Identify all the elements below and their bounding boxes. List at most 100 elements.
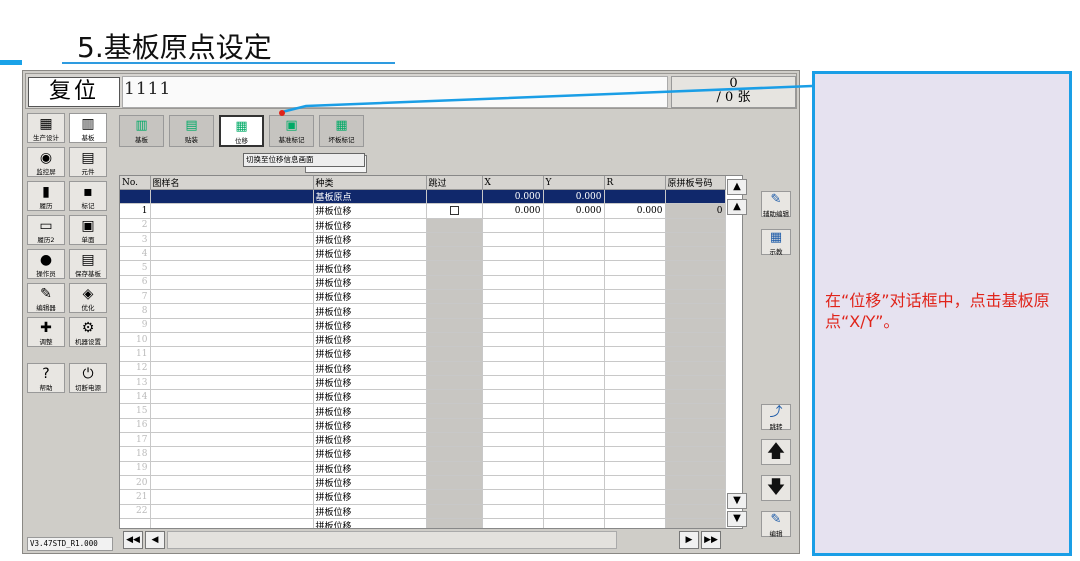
cell-name[interactable] — [150, 403, 314, 419]
cell-skip[interactable] — [426, 346, 483, 362]
cell-x[interactable] — [482, 403, 544, 419]
sidebar-item-3[interactable]: ◉ 监控屏 — [27, 147, 65, 177]
scroll-bottom-button[interactable]: ▼ — [727, 511, 747, 527]
cell-r[interactable] — [604, 232, 666, 248]
cell-name[interactable] — [150, 475, 314, 491]
cell-x[interactable] — [482, 289, 544, 305]
edit-button[interactable]: ✎ 编辑 — [761, 511, 791, 538]
table-row[interactable]: 1 拼板位移 0.000 0.000 0.000 0 — [120, 203, 726, 219]
jump-button[interactable]: ⤴ 跳转 — [761, 404, 791, 431]
table-row[interactable]: 10 拼板位移 — [120, 332, 726, 348]
tab-3[interactable]: ▦ 位移 — [219, 115, 264, 147]
sidebar-item-13[interactable]: ✚ 调整 — [27, 317, 65, 347]
cell-y[interactable] — [543, 275, 605, 291]
tab-5[interactable]: ▦ 坏板标记 — [319, 115, 364, 147]
cell-y[interactable] — [543, 489, 605, 505]
cell-y[interactable] — [543, 289, 605, 305]
page-up-button[interactable]: 🡅 — [761, 439, 791, 465]
cell-x[interactable] — [482, 260, 544, 276]
cell-x[interactable] — [482, 446, 544, 462]
cell-x[interactable] — [482, 418, 544, 434]
table-row[interactable]: 15 拼板位移 — [120, 403, 726, 419]
cell-x[interactable] — [482, 461, 544, 476]
sidebar-item-7[interactable]: ▭ 履历2 — [27, 215, 65, 245]
tab-1[interactable]: ▥ 基板 — [119, 115, 164, 147]
cell-skip[interactable] — [426, 332, 483, 348]
cell-x[interactable] — [482, 518, 544, 528]
table-row[interactable]: 拼板位移 — [120, 518, 726, 528]
sidebar-item-14[interactable]: ⚙ 机器设置 — [69, 317, 107, 347]
cell-skip[interactable] — [426, 389, 483, 405]
display-button[interactable]: ▦ 示教 — [761, 229, 791, 256]
cell-skip[interactable] — [426, 189, 483, 205]
sidebar-item-1[interactable]: ▦ 生产设计 — [27, 113, 65, 143]
cell-name[interactable] — [150, 489, 314, 505]
cell-y[interactable] — [543, 504, 605, 519]
tab-4[interactable]: ▣ 基准标记 — [269, 115, 314, 147]
scroll-down-button[interactable]: ▼ — [727, 493, 747, 509]
scroll-up-button[interactable]: ▲ — [727, 199, 747, 215]
cell-x[interactable] — [482, 318, 544, 333]
cell-name[interactable] — [150, 332, 314, 348]
cell-x[interactable]: 0.000 — [482, 203, 544, 219]
cell-name[interactable] — [150, 189, 314, 205]
cell-y[interactable] — [543, 361, 605, 376]
cell-r[interactable] — [604, 275, 666, 291]
cell-y[interactable] — [543, 260, 605, 276]
table-row[interactable]: 6 拼板位移 — [120, 275, 726, 291]
scroll-top-button[interactable]: ▲ — [727, 179, 747, 195]
cell-skip[interactable] — [426, 475, 483, 491]
cell-x[interactable] — [482, 375, 544, 391]
cell-name[interactable] — [150, 346, 314, 362]
cell-r[interactable] — [604, 504, 666, 519]
table-row[interactable]: 9 拼板位移 — [120, 318, 726, 333]
cell-y[interactable] — [543, 403, 605, 419]
table-row[interactable]: 17 拼板位移 — [120, 432, 726, 448]
cell-y[interactable] — [543, 375, 605, 391]
cell-skip[interactable] — [426, 232, 483, 248]
table-row[interactable]: 5 拼板位移 — [120, 260, 726, 276]
cell-skip[interactable] — [426, 403, 483, 419]
table-row[interactable]: 8 拼板位移 — [120, 303, 726, 319]
cell-skip[interactable] — [426, 375, 483, 391]
cell-skip[interactable] — [426, 432, 483, 448]
cell-name[interactable] — [150, 303, 314, 319]
sidebar-item-2[interactable]: ▥ 基板 — [69, 113, 107, 143]
cell-r[interactable] — [604, 461, 666, 476]
cell-name[interactable] — [150, 432, 314, 448]
cell-y[interactable] — [543, 218, 605, 233]
cell-y[interactable] — [543, 332, 605, 348]
sidebar-item-5[interactable]: ▮ 履历 — [27, 181, 65, 211]
sidebar-item-11[interactable]: ✎ 编辑器 — [27, 283, 65, 313]
cell-skip[interactable] — [426, 361, 483, 376]
assist-edit-button[interactable]: ✎ 辅助编辑 — [761, 191, 791, 218]
cell-x[interactable] — [482, 303, 544, 319]
cell-x[interactable] — [482, 332, 544, 348]
cell-name[interactable] — [150, 232, 314, 248]
table-row[interactable]: 3 拼板位移 — [120, 232, 726, 248]
sidebar-item-12[interactable]: ◈ 优化 — [69, 283, 107, 313]
cell-y[interactable] — [543, 446, 605, 462]
skip-checkbox[interactable] — [449, 205, 459, 215]
cell-skip[interactable] — [426, 303, 483, 319]
cell-r[interactable] — [604, 403, 666, 419]
table-row[interactable]: 7 拼板位移 — [120, 289, 726, 305]
cell-skip[interactable] — [426, 518, 483, 528]
cell-r[interactable] — [604, 446, 666, 462]
table-row[interactable]: 18 拼板位移 — [120, 446, 726, 462]
cell-y[interactable] — [543, 303, 605, 319]
cell-name[interactable] — [150, 389, 314, 405]
cell-skip[interactable] — [426, 489, 483, 505]
table-row[interactable]: 4 拼板位移 — [120, 246, 726, 262]
sidebar-item-8[interactable]: ▣ 单面 — [69, 215, 107, 245]
cell-r[interactable] — [604, 303, 666, 319]
cell-r[interactable] — [604, 218, 666, 233]
cell-name[interactable] — [150, 260, 314, 276]
cell-name[interactable] — [150, 361, 314, 376]
cell-name[interactable] — [150, 504, 314, 519]
reset-button[interactable]: 复位 — [28, 77, 120, 107]
cell-r[interactable] — [604, 432, 666, 448]
table-row[interactable]: 16 拼板位移 — [120, 418, 726, 434]
cell-x[interactable] — [482, 432, 544, 448]
table-row[interactable]: 11 拼板位移 — [120, 346, 726, 362]
